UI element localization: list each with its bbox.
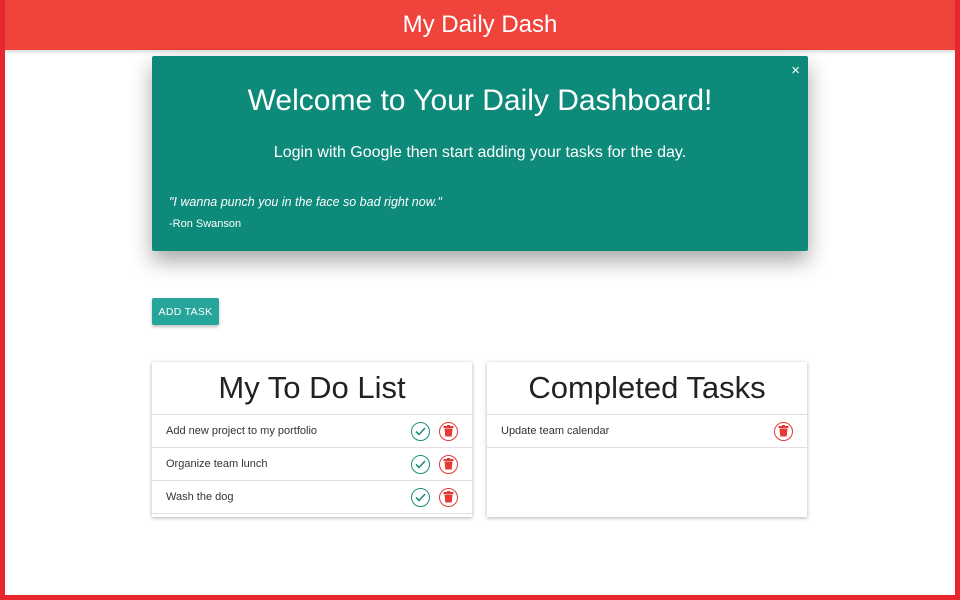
check-circle-icon[interactable]	[411, 421, 430, 441]
trash-icon[interactable]	[439, 487, 458, 507]
completed-list: Update team calendar	[487, 414, 807, 448]
task-text: Organize team lunch	[166, 458, 268, 470]
task-text: Update team calendar	[501, 425, 610, 437]
completed-tasks-card: Completed Tasks Update team calendar	[487, 362, 807, 517]
check-circle-icon[interactable]	[411, 487, 430, 507]
list-item: Add new project to my portfolio	[152, 415, 472, 448]
welcome-title: Welcome to Your Daily Dashboard!	[247, 84, 713, 117]
trash-icon[interactable]	[439, 421, 458, 441]
welcome-subtitle: Login with Google then start adding your…	[273, 144, 687, 161]
list-item: Update team calendar	[487, 415, 807, 448]
quote-text: "I wanna punch you in the face so bad ri…	[169, 195, 442, 209]
task-text: Wash the dog	[166, 491, 234, 503]
todo-list: Add new project to my portfolio Organize…	[152, 414, 472, 514]
list-item: Organize team lunch	[152, 448, 472, 481]
app-title: My Daily Dash	[402, 11, 558, 38]
app-header: My Daily Dash	[0, 0, 960, 50]
todo-list-card: My To Do List Add new project to my port…	[152, 362, 472, 517]
completed-tasks-title: Completed Tasks	[528, 370, 766, 405]
add-task-button[interactable]: ADD TASK	[152, 298, 219, 325]
todo-list-title: My To Do List	[218, 370, 406, 405]
check-circle-icon[interactable]	[411, 454, 430, 474]
trash-icon[interactable]	[439, 454, 458, 474]
trash-icon[interactable]	[774, 421, 793, 441]
task-text: Add new project to my portfolio	[166, 425, 318, 437]
welcome-banner: × Welcome to Your Daily Dashboard! Login…	[152, 56, 808, 251]
list-item: Wash the dog	[152, 481, 472, 514]
close-icon[interactable]: ×	[791, 62, 800, 80]
quote-author: -Ron Swanson	[169, 218, 242, 230]
